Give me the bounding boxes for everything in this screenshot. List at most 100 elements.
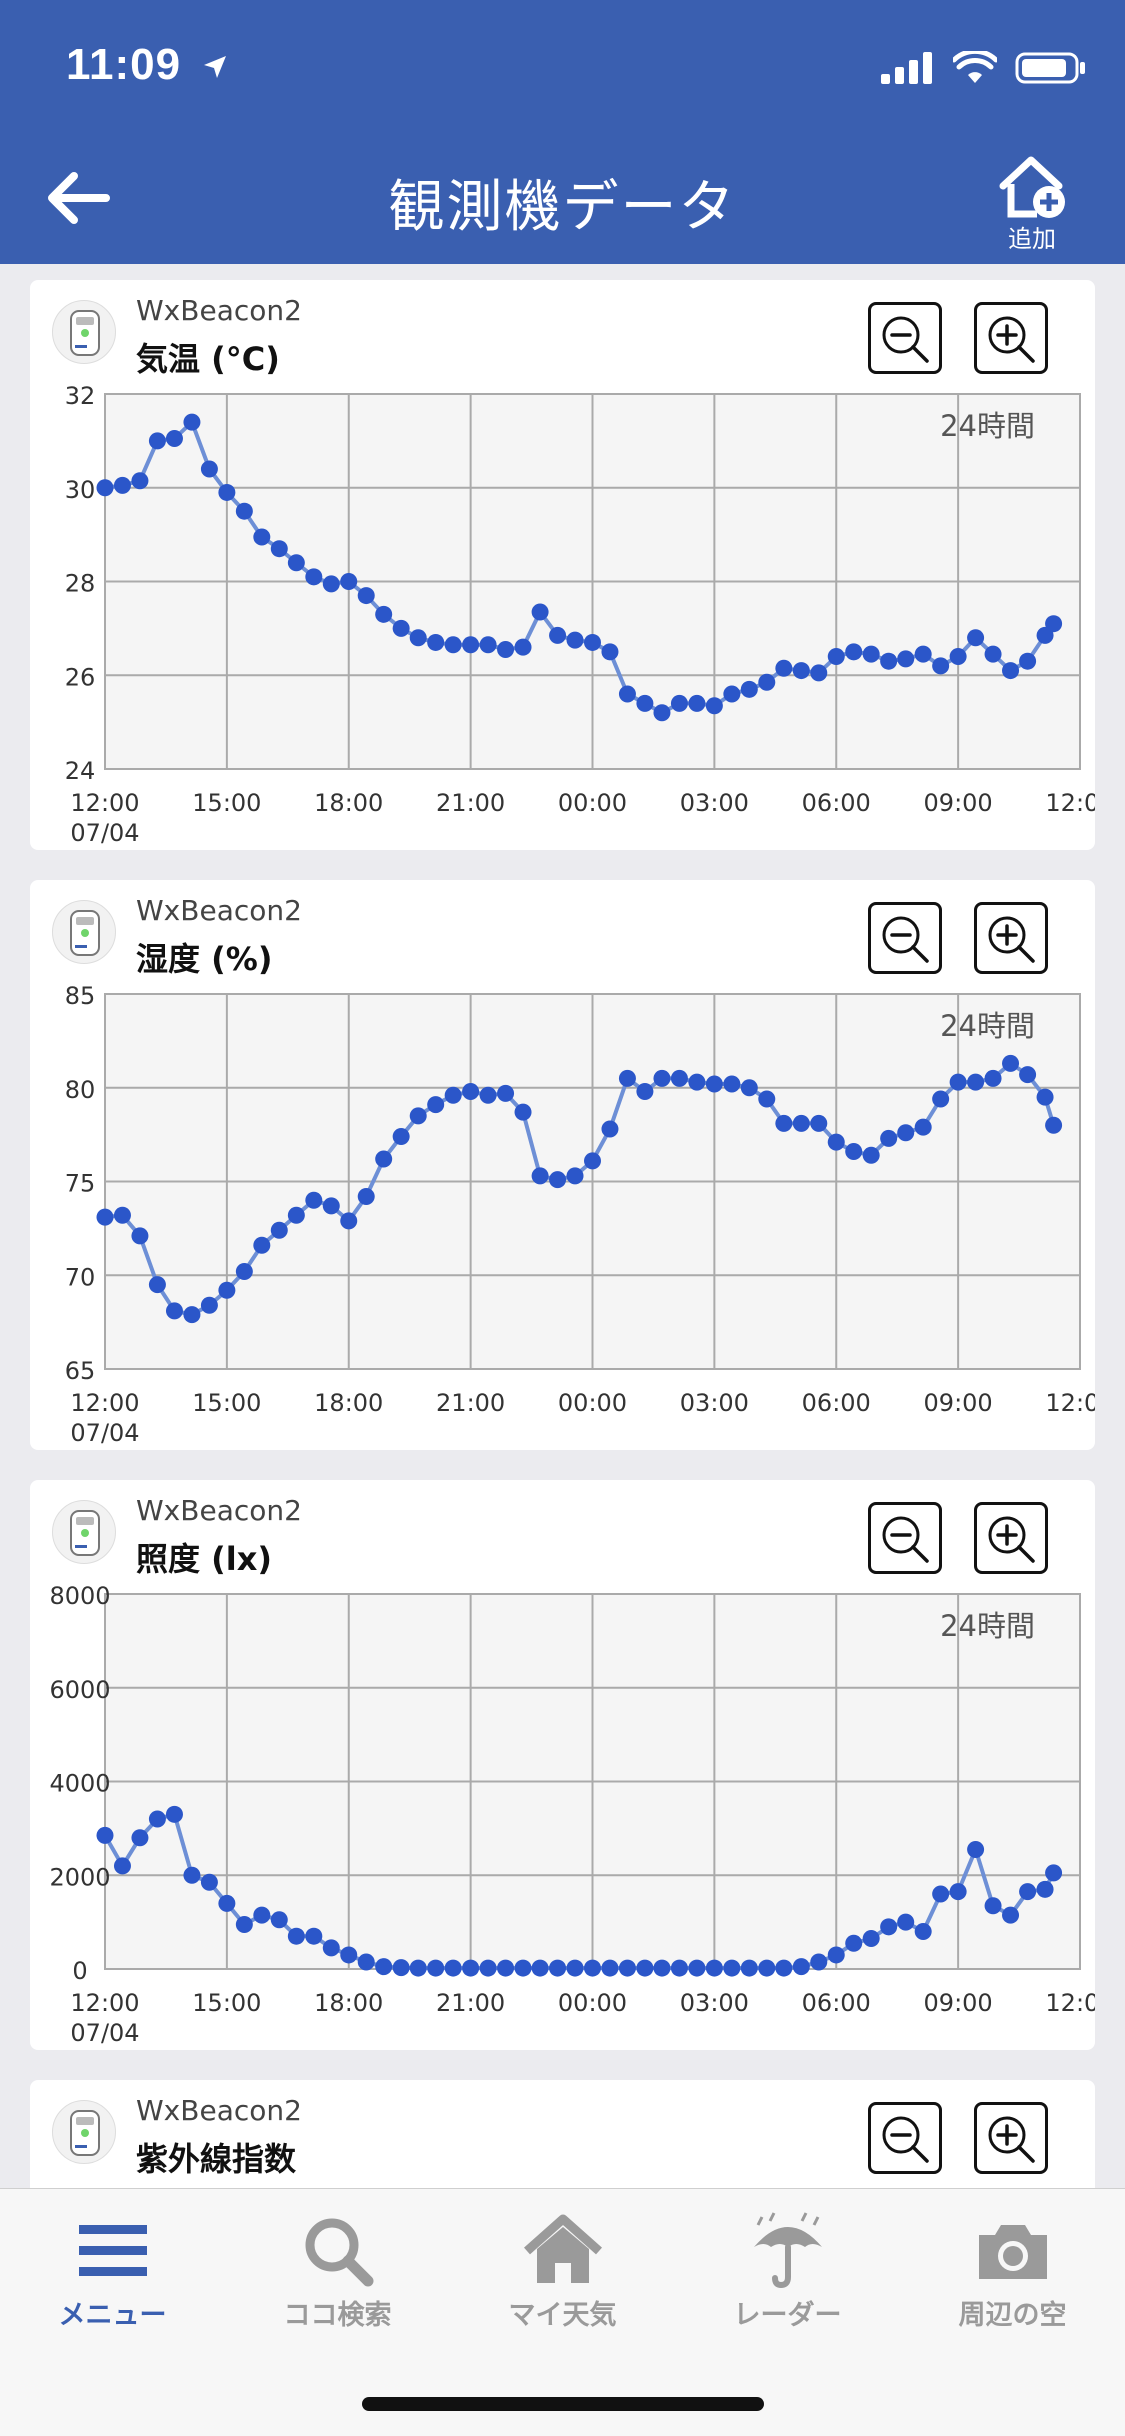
data-point — [845, 1934, 863, 1952]
zoom-out-icon — [882, 316, 929, 363]
data-point — [1002, 662, 1020, 680]
data-point — [479, 1959, 497, 1977]
data-point — [653, 1069, 671, 1087]
nav-bar: 観測機データ 追加 — [0, 132, 1125, 264]
tab-menu[interactable]: メニュー — [0, 2203, 225, 2333]
tab-radar[interactable]: レーダー — [675, 2203, 900, 2333]
data-point — [514, 1103, 532, 1121]
data-point — [549, 626, 567, 644]
data-point — [775, 659, 793, 677]
data-point — [322, 1939, 340, 1957]
x-tick-label: 00:00 — [558, 789, 627, 817]
x-tick-label: 03:00 — [680, 789, 749, 817]
tab-label: メニュー — [58, 2300, 167, 2331]
data-point — [357, 587, 375, 605]
data-point — [845, 1143, 863, 1160]
data-point — [880, 1918, 898, 1936]
data-point — [601, 643, 619, 661]
data-point — [444, 636, 462, 654]
data-point — [148, 1810, 166, 1828]
data-point — [96, 1208, 114, 1226]
data-point — [462, 636, 480, 654]
add-button[interactable]: 追加 — [987, 154, 1077, 254]
tab-search[interactable]: ココ検索 — [225, 2203, 450, 2333]
x-tick-label: 06:00 — [802, 1389, 871, 1417]
zoom-in-button[interactable] — [974, 302, 1048, 374]
data-point — [705, 1075, 723, 1093]
tab-nearby-sky[interactable]: 周辺の空 — [900, 2203, 1125, 2333]
data-point — [984, 645, 1002, 663]
zoom-in-button[interactable] — [974, 2102, 1048, 2174]
data-point — [479, 636, 497, 654]
data-point — [775, 1114, 793, 1132]
data-point — [218, 1281, 236, 1299]
data-point — [148, 1276, 166, 1294]
period-label: 24時間 — [940, 1609, 1035, 1643]
data-point — [792, 1958, 810, 1976]
x-tick-label: 09:00 — [924, 789, 993, 817]
data-point — [235, 502, 253, 520]
y-tick-label: 26 — [65, 663, 96, 691]
page-title: 観測機データ — [388, 175, 737, 240]
zoom-in-button[interactable] — [974, 1502, 1048, 1574]
data-point — [880, 1129, 898, 1147]
zoom-out-icon — [882, 1516, 929, 1563]
data-point — [723, 685, 741, 703]
zoom-in-icon — [988, 1516, 1035, 1563]
data-point — [96, 1826, 114, 1844]
zoom-out-button[interactable] — [868, 1502, 942, 1574]
search-icon — [305, 2218, 373, 2287]
data-point — [705, 1959, 723, 1977]
signal-icon — [881, 52, 932, 84]
x-date-label: 07/04 — [70, 819, 139, 847]
data-point — [305, 568, 323, 586]
y-tick-label: 80 — [65, 1076, 96, 1104]
data-point — [287, 1206, 305, 1224]
data-point — [218, 483, 236, 501]
data-point — [322, 1197, 340, 1215]
data-point — [131, 1829, 149, 1847]
data-point — [357, 1953, 375, 1971]
metric-title: 気温 (°C) — [136, 340, 280, 378]
data-point — [810, 1953, 828, 1971]
y-tick-label: 75 — [65, 1170, 96, 1198]
data-point — [375, 605, 393, 623]
data-point — [601, 1959, 619, 1977]
tab-my-weather[interactable]: マイ天気 — [450, 2203, 675, 2333]
zoom-out-button[interactable] — [868, 2102, 942, 2174]
wxbeacon-device-icon — [52, 1500, 116, 1564]
y-tick-label: 4000 — [49, 1770, 110, 1798]
data-point — [357, 1188, 375, 1205]
data-point — [409, 1959, 427, 1977]
data-point — [862, 645, 880, 663]
illuminance-chart: 24時間 8000 6000 4000 2000 0 12:00 15:00 18:00 21… — [49, 1582, 1095, 2047]
zoom-in-icon — [988, 316, 1035, 363]
zoom-in-button[interactable] — [974, 902, 1048, 974]
umbrella-icon — [753, 2212, 822, 2289]
data-point — [444, 1086, 462, 1104]
data-point — [740, 1079, 758, 1097]
data-point — [914, 1923, 932, 1940]
data-point — [200, 1873, 218, 1891]
zoom-out-icon — [882, 916, 929, 963]
data-point — [914, 1118, 932, 1136]
data-point — [113, 1857, 131, 1875]
data-point — [1045, 615, 1063, 633]
data-point — [827, 648, 845, 665]
zoom-out-button[interactable] — [868, 902, 942, 974]
data-point — [1036, 1880, 1054, 1898]
data-point — [1036, 1088, 1054, 1106]
zoom-out-button[interactable] — [868, 302, 942, 374]
data-point — [1019, 1883, 1037, 1901]
data-point — [636, 1083, 654, 1100]
humidity-chart: 24時間 85 80 75 70 65 12:00 15:00 18:00 21:00 00:0… — [65, 982, 1095, 1447]
data-point — [148, 432, 166, 450]
wifi-icon — [953, 51, 997, 83]
status-icons — [881, 48, 1087, 88]
x-tick-label: 18:00 — [314, 1989, 383, 2017]
data-point — [165, 1302, 183, 1320]
tab-label: 周辺の空 — [958, 2300, 1067, 2331]
data-point — [322, 575, 340, 593]
data-point — [305, 1927, 323, 1945]
data-point — [1002, 1906, 1020, 1924]
